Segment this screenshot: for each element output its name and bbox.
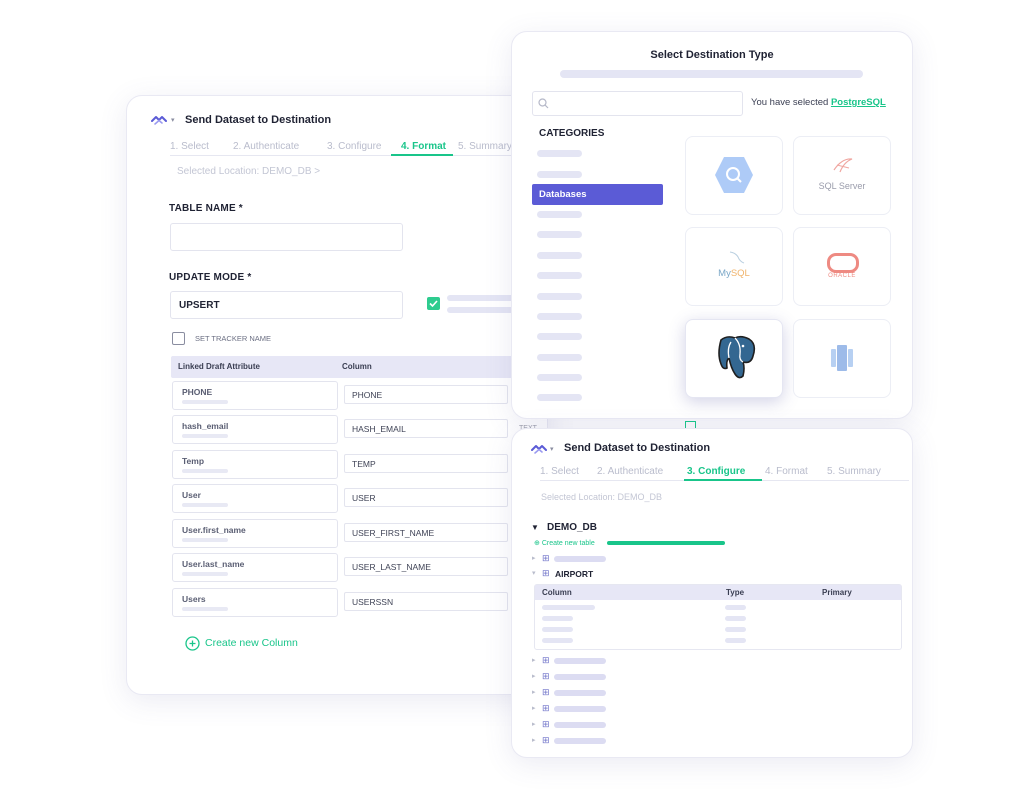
column-input[interactable]: PHONE	[344, 385, 508, 404]
mapping-table-header: Linked Draft Attribute Column	[171, 356, 547, 378]
active-step-underline	[391, 154, 453, 156]
step-configure[interactable]: 3. Configure	[327, 141, 381, 152]
tile-oracle[interactable]: ORACLE	[793, 227, 891, 306]
selected-destination-text: You have selected PostgreSQL	[751, 97, 886, 108]
selected-destination-link[interactable]: PostgreSQL	[831, 97, 886, 108]
format-panel: ▾ Send Dataset to Destination 1. Select …	[126, 95, 548, 695]
search-icon	[538, 98, 549, 109]
redshift-icon	[831, 345, 853, 371]
tracker-label: SET TRACKER NAME	[195, 334, 271, 343]
column-input[interactable]: USER	[344, 488, 508, 507]
sqlserver-icon	[833, 158, 853, 173]
table-grid-icon: ⊞	[542, 568, 550, 578]
step-summary[interactable]: 5. Summary	[827, 466, 881, 477]
step-select[interactable]: 1. Select	[540, 466, 579, 477]
category-item[interactable]	[537, 313, 582, 320]
selected-location: Selected Location: DEMO_DB	[541, 492, 663, 502]
tile-bigquery[interactable]	[685, 136, 783, 215]
stepper: 1. Select 2. Authenticate 3. Configure 4…	[540, 466, 910, 480]
database-name[interactable]: DEMO_DB	[547, 522, 597, 533]
column-input[interactable]: HASH_EMAIL	[344, 419, 508, 438]
table-grid-icon: ⊞	[542, 735, 550, 745]
update-mode-select[interactable]: UPSERT	[170, 291, 403, 319]
step-format[interactable]: 4. Format	[401, 141, 446, 152]
category-item[interactable]	[537, 394, 582, 401]
attribute-cell[interactable]: PHONE	[172, 381, 338, 410]
attribute-cell[interactable]: Users	[172, 588, 338, 617]
column-input[interactable]: TEMP	[344, 454, 508, 473]
table-grid-icon: ⊞	[542, 719, 550, 729]
step-authenticate[interactable]: 2. Authenticate	[597, 466, 663, 477]
attribute-cell[interactable]: User.first_name	[172, 519, 338, 548]
selected-location: Selected Location: DEMO_DB >	[177, 166, 321, 177]
table-grid-icon: ⊞	[542, 703, 550, 713]
attribute-cell[interactable]: User.last_name	[172, 553, 338, 582]
category-item[interactable]	[537, 333, 582, 340]
category-item[interactable]	[537, 150, 582, 157]
check-icon	[429, 300, 438, 308]
table-grid-icon: ⊞	[542, 687, 550, 697]
columns-table-header: Column Type Primary	[535, 585, 901, 600]
step-summary[interactable]: 5. Summary	[458, 141, 512, 152]
tile-sqlserver[interactable]: SQL Server	[793, 136, 891, 215]
category-item[interactable]	[537, 354, 582, 361]
stepper: 1. Select 2. Authenticate 3. Configure 4…	[170, 141, 547, 155]
step-authenticate[interactable]: 2. Authenticate	[233, 141, 299, 152]
category-item[interactable]	[537, 211, 582, 218]
progress-bar	[607, 541, 725, 545]
app-logo-icon	[531, 445, 547, 454]
table-grid-icon: ⊞	[542, 671, 550, 681]
plus-circle-icon	[185, 636, 200, 651]
categories-label: CATEGORIES	[539, 128, 605, 139]
app-logo-icon	[151, 116, 167, 125]
update-mode-label: UPDATE MODE *	[169, 272, 252, 283]
attribute-cell[interactable]: User	[172, 484, 338, 513]
category-item[interactable]	[537, 171, 582, 178]
category-item[interactable]	[537, 293, 582, 300]
table-name-input[interactable]	[170, 223, 403, 251]
bigquery-icon	[715, 157, 753, 193]
oracle-icon	[827, 253, 859, 273]
table-name-label: TABLE NAME *	[169, 203, 243, 214]
step-format[interactable]: 4. Format	[765, 466, 808, 477]
category-databases[interactable]: Databases	[532, 184, 663, 205]
tile-redshift[interactable]	[793, 319, 891, 398]
configure-panel: ▾ Send Dataset to Destination 1. Select …	[511, 428, 913, 758]
attribute-cell[interactable]: Temp	[172, 450, 338, 479]
destination-panel: Select Destination Type You have selecte…	[511, 31, 913, 419]
header-column: Column	[342, 362, 372, 371]
column-input[interactable]: USER_LAST_NAME	[344, 557, 508, 576]
table-grid-icon: ⊞	[542, 553, 550, 563]
checked-checkbox[interactable]	[427, 297, 440, 310]
table-grid-icon: ⊞	[542, 655, 550, 665]
expand-arrow-icon[interactable]: ▼	[531, 523, 539, 532]
destination-title: Select Destination Type	[650, 49, 774, 61]
tile-mysql[interactable]: MySQL	[685, 227, 783, 306]
postgresql-elephant-icon	[718, 335, 756, 379]
attribute-cell[interactable]: hash_email	[172, 415, 338, 444]
header-linked-attribute: Linked Draft Attribute	[178, 362, 260, 371]
chevron-down-icon[interactable]: ▾	[171, 116, 175, 124]
step-configure[interactable]: 3. Configure	[687, 466, 745, 477]
category-item[interactable]	[537, 252, 582, 259]
category-item[interactable]	[537, 374, 582, 381]
columns-table: Column Type Primary	[534, 584, 902, 650]
active-step-underline	[684, 479, 762, 481]
column-input[interactable]: USERSSN	[344, 592, 508, 611]
step-select[interactable]: 1. Select	[170, 141, 209, 152]
tile-postgresql[interactable]	[685, 319, 783, 398]
column-input[interactable]: USER_FIRST_NAME	[344, 523, 508, 542]
mysql-icon	[729, 251, 745, 264]
panel-title: Send Dataset to Destination	[185, 114, 332, 126]
tracker-checkbox[interactable]	[172, 332, 185, 345]
category-item[interactable]	[537, 272, 582, 279]
category-item[interactable]	[537, 231, 582, 238]
create-table-button[interactable]: ⊕ Create new table	[534, 539, 595, 547]
search-input[interactable]	[532, 91, 743, 116]
panel-title: Send Dataset to Destination	[564, 442, 711, 454]
chevron-down-icon[interactable]: ▾	[550, 445, 554, 453]
